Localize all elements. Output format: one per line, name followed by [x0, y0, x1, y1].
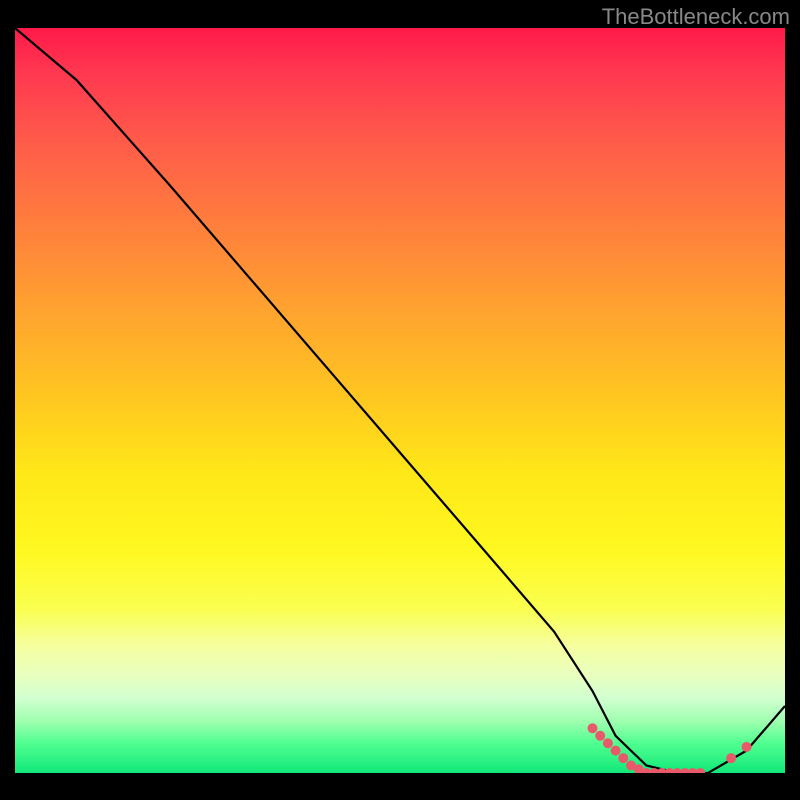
marker-dot: [595, 731, 605, 741]
watermark-text: TheBottleneck.com: [602, 4, 790, 30]
marker-dot: [726, 753, 736, 763]
marker-dot: [695, 768, 705, 773]
chart-plot-area: [15, 28, 785, 773]
marker-dot: [742, 742, 752, 752]
marker-dot: [618, 753, 628, 763]
marker-dot: [603, 738, 613, 748]
bottleneck-curve-line: [15, 28, 785, 773]
chart-svg: [15, 28, 785, 773]
marker-dot: [611, 746, 621, 756]
marker-dot: [588, 723, 598, 733]
